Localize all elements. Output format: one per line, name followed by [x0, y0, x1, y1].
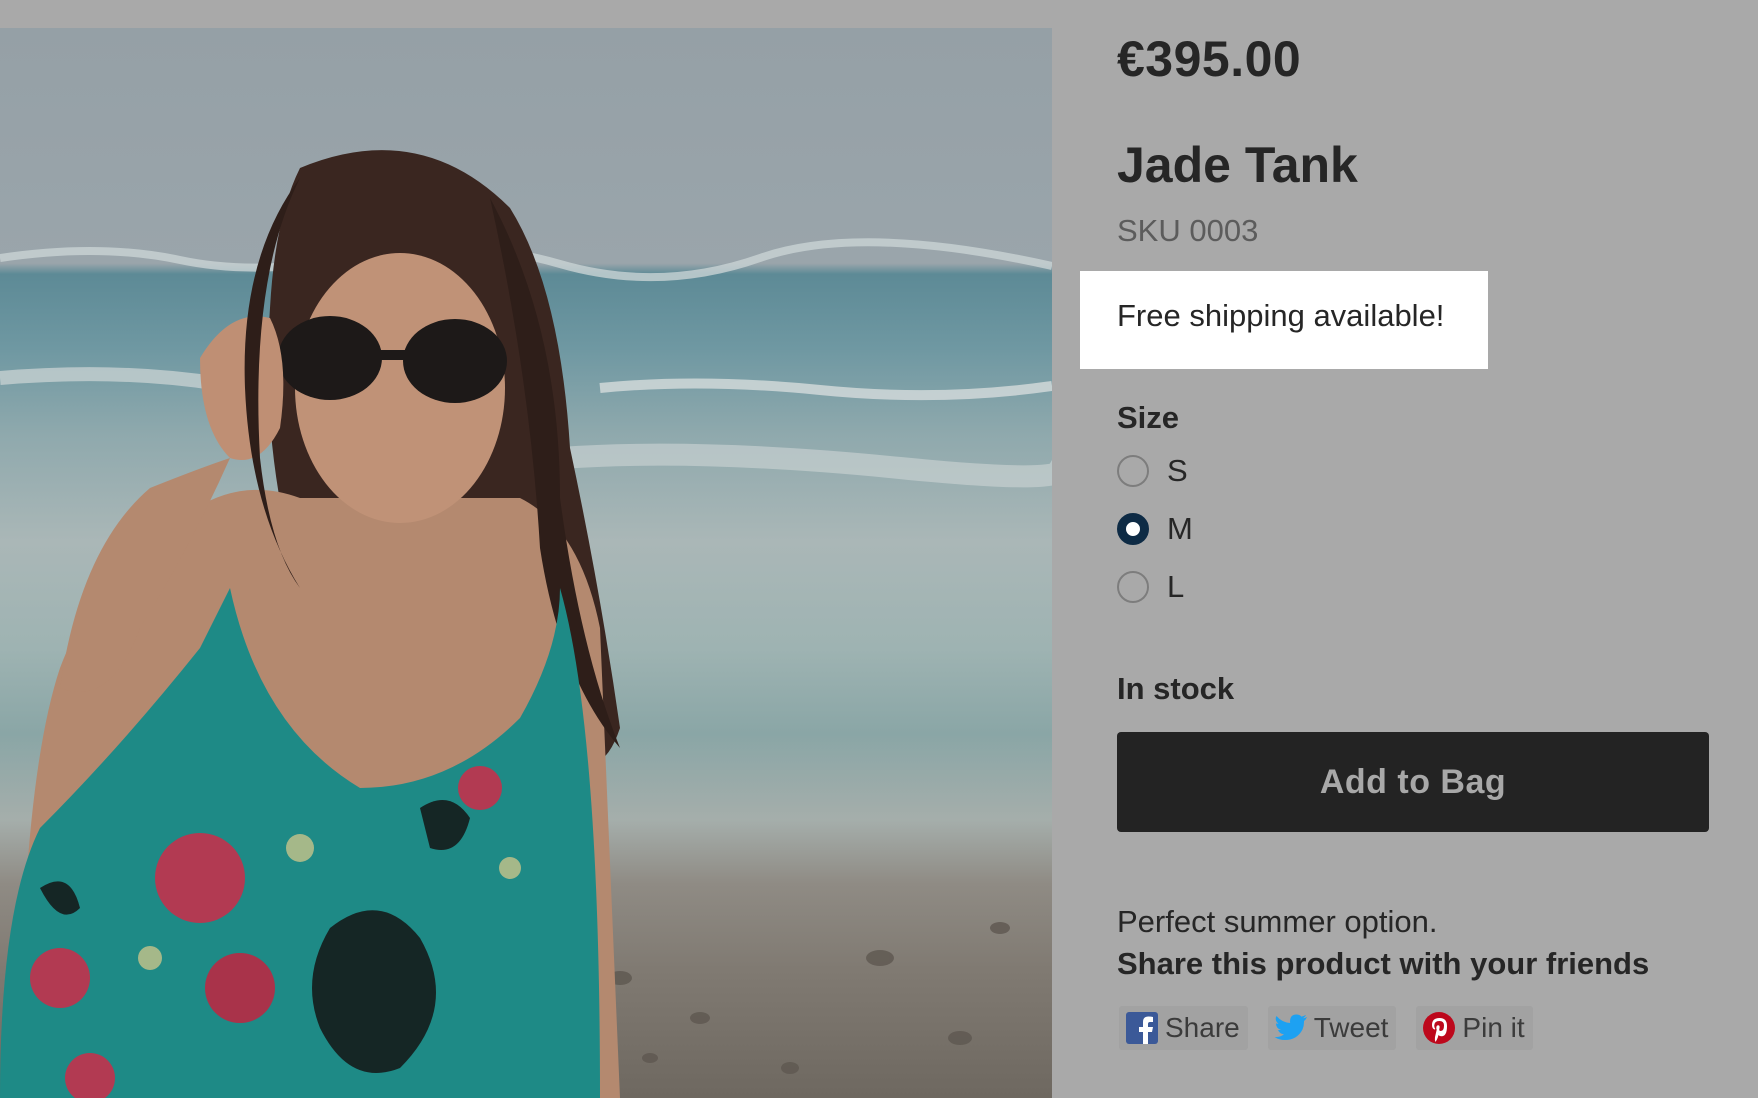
size-option-label: M [1167, 511, 1193, 546]
size-option-label: S [1167, 453, 1188, 488]
size-radio-m[interactable] [1117, 513, 1149, 545]
product-info-panel: €395.00 Jade Tank SKU 0003 Free shipping… [1080, 0, 1717, 1098]
share-heading: Share this product with your friends [1117, 946, 1650, 981]
facebook-share-label: Share [1165, 1012, 1240, 1043]
size-option-label: L [1167, 569, 1185, 604]
size-label: Size [1117, 400, 1180, 435]
product-price: €395.00 [1117, 31, 1302, 87]
product-image [0, 28, 1052, 1098]
size-options: S M L [1117, 452, 1193, 626]
pinterest-share-button[interactable]: Pin it [1416, 1006, 1533, 1050]
pinterest-icon [1422, 1011, 1456, 1045]
twitter-icon [1274, 1011, 1308, 1045]
size-option-l[interactable]: L [1117, 568, 1193, 606]
facebook-icon [1125, 1011, 1159, 1045]
size-option-s[interactable]: S [1117, 452, 1193, 490]
twitter-share-label: Tweet [1313, 1012, 1389, 1043]
product-title: Jade Tank [1117, 137, 1358, 193]
facebook-share-button[interactable]: Share [1119, 1006, 1248, 1050]
product-description: Perfect summer option. [1117, 904, 1438, 939]
free-shipping-text: Free shipping available! [1117, 298, 1445, 333]
free-shipping-notice: Free shipping available! [1080, 271, 1488, 369]
add-to-bag-button[interactable]: Add to Bag [1117, 732, 1709, 832]
stock-status: In stock [1117, 671, 1235, 706]
share-buttons: Share Tweet Pin it [1119, 1006, 1533, 1050]
size-radio-l[interactable] [1117, 571, 1149, 603]
size-radio-s[interactable] [1117, 455, 1149, 487]
size-option-m[interactable]: M [1117, 510, 1193, 548]
pinterest-share-label: Pin it [1462, 1012, 1525, 1043]
twitter-share-button[interactable]: Tweet [1267, 1006, 1397, 1050]
product-sku: SKU 0003 [1117, 213, 1259, 248]
